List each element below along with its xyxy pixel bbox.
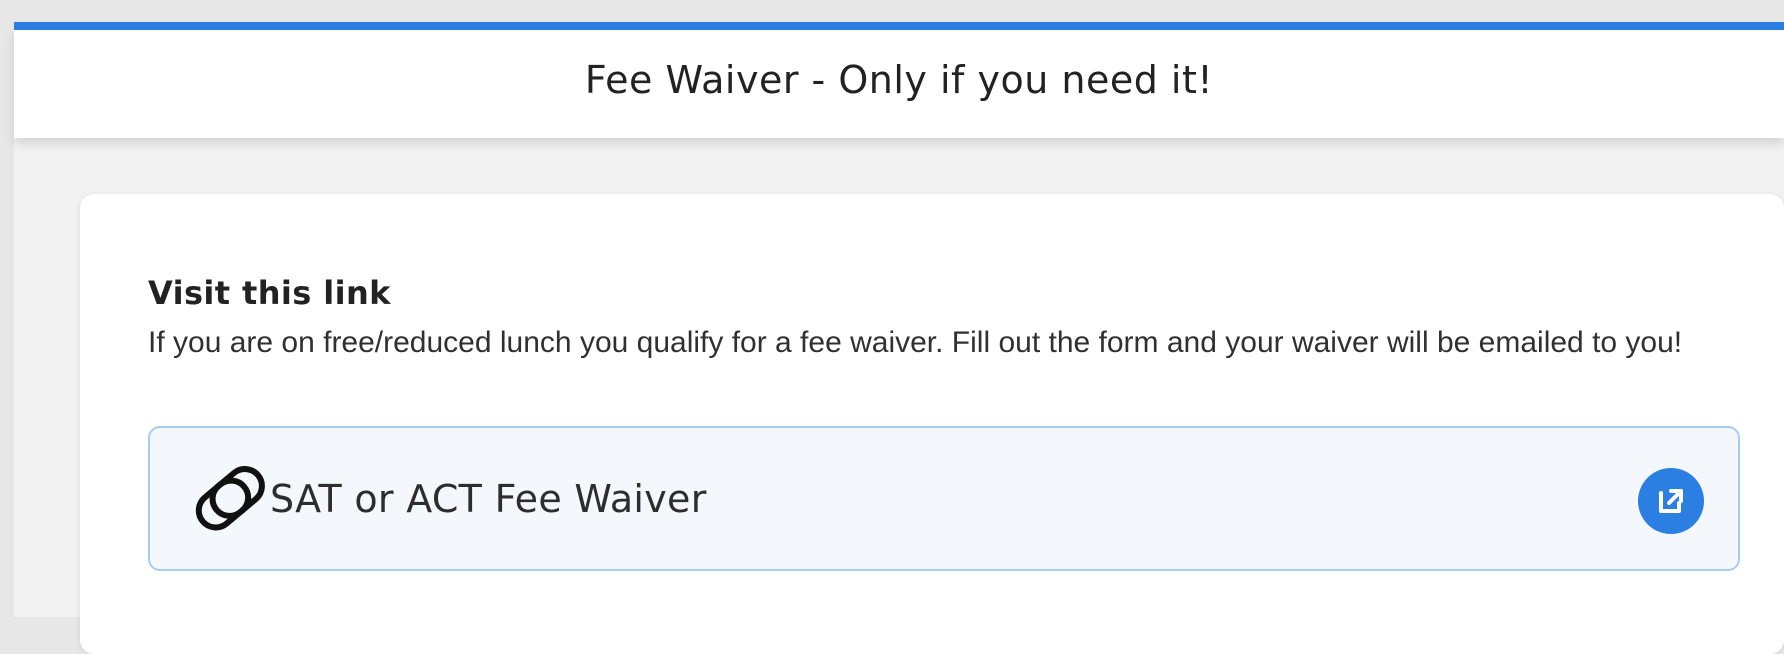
fee-waiver-link[interactable]: SAT or ACT Fee Waiver	[148, 426, 1740, 571]
content-card: Visit this link If you are on free/reduc…	[80, 194, 1784, 654]
title-bar: Fee Waiver - Only if you need it!	[14, 30, 1784, 138]
page-title: Fee Waiver - Only if you need it!	[584, 58, 1214, 102]
card-heading: Visit this link	[148, 274, 391, 312]
link-icon	[188, 456, 274, 542]
card-description: If you are on free/reduced lunch you qua…	[148, 326, 1683, 359]
page-frame: Fee Waiver - Only if you need it! Visit …	[14, 22, 1784, 654]
link-label: SAT or ACT Fee Waiver	[270, 476, 707, 521]
external-link-icon[interactable]	[1638, 468, 1704, 534]
top-accent-bar	[14, 22, 1784, 30]
